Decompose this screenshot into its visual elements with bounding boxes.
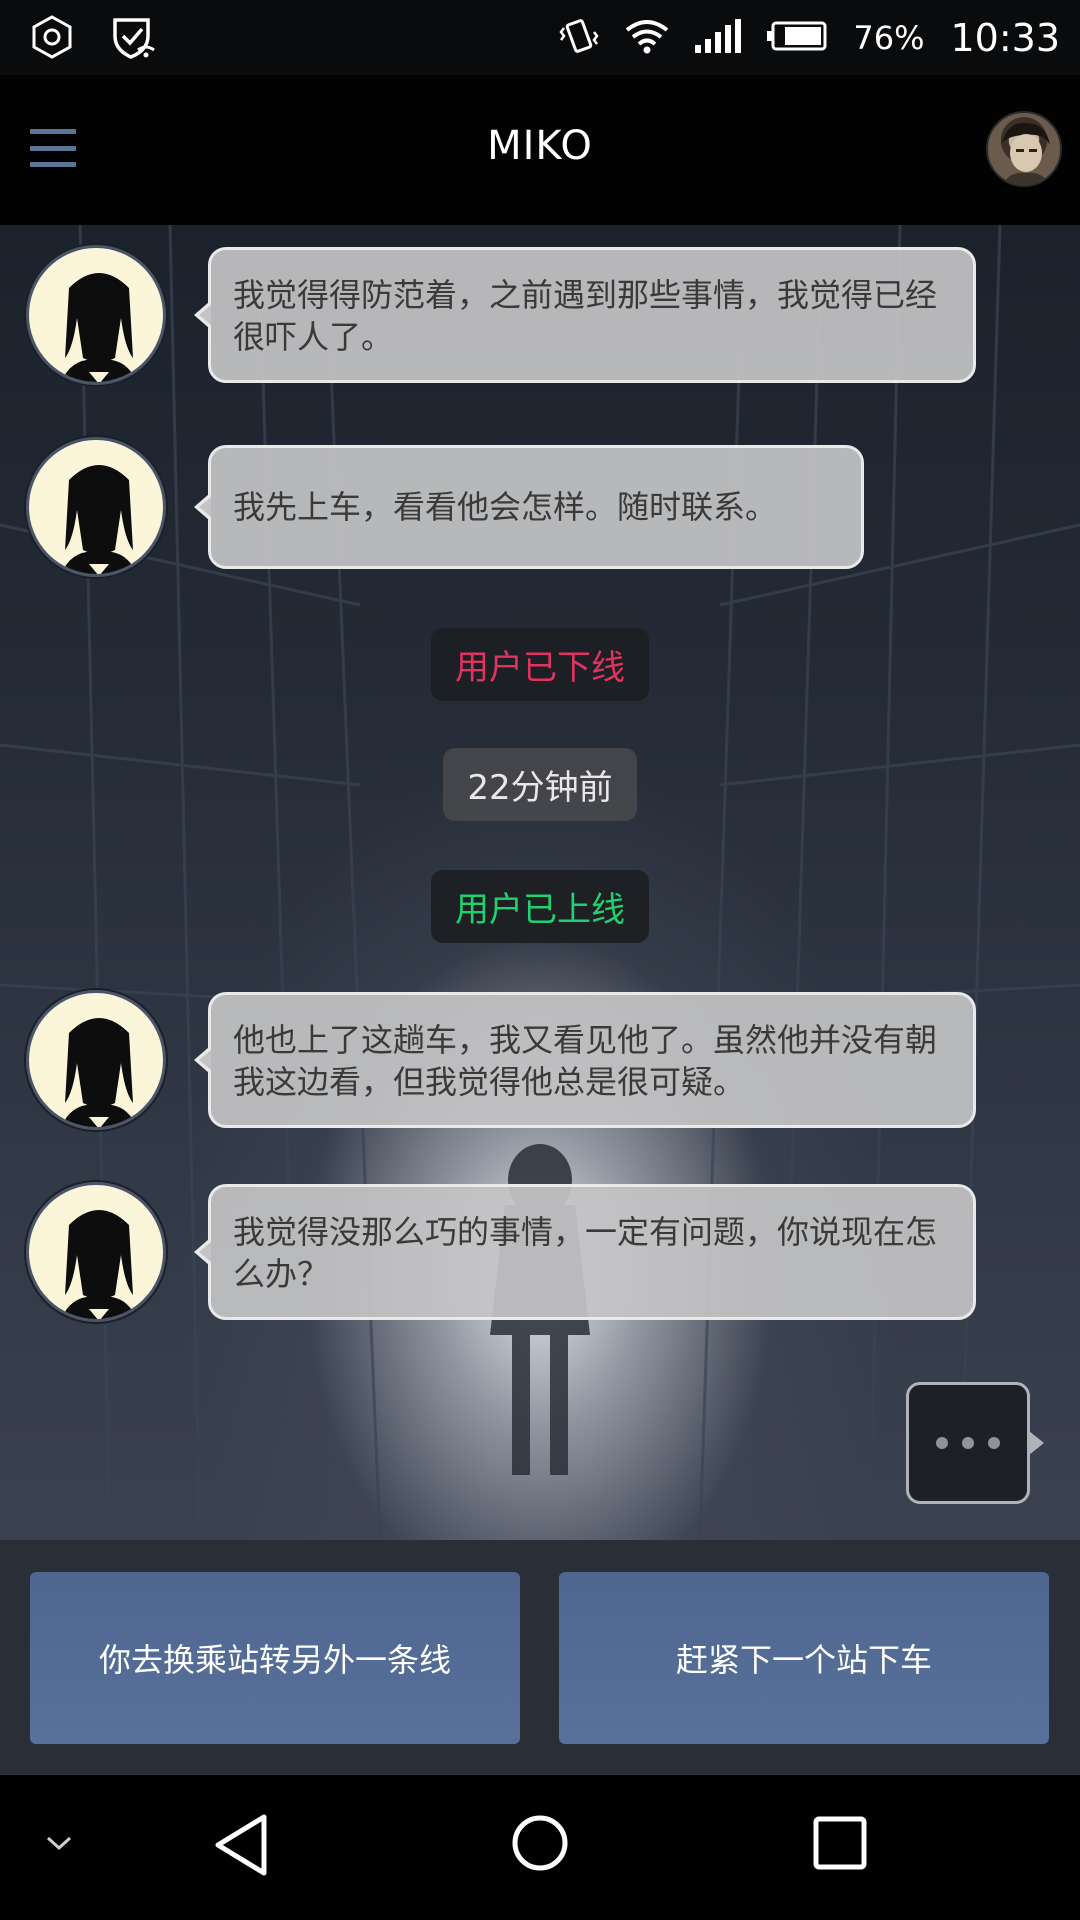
app-bar: MIKO bbox=[0, 75, 1080, 225]
choice-button-1[interactable]: 你去换乘站转另外一条线 bbox=[30, 1572, 520, 1744]
message-row: 我先上车，看看他会怎样。随时联系。 bbox=[26, 437, 1026, 577]
message-bubble: 我觉得得防范着，之前遇到那些事情，我觉得已经很吓人了。 bbox=[194, 247, 976, 383]
profile-avatar[interactable] bbox=[986, 111, 1062, 187]
vibrate-icon bbox=[559, 16, 599, 60]
shield-wifi-icon bbox=[110, 14, 156, 64]
contact-avatar[interactable] bbox=[26, 245, 166, 385]
reply-choices-panel: 你去换乘站转另外一条线 赶紧下一个站下车 bbox=[0, 1540, 1080, 1775]
dot-icon bbox=[962, 1437, 974, 1449]
message-row: 我觉得没那么巧的事情，一定有问题，你说现在怎么办？ bbox=[26, 1182, 1026, 1322]
page-title: MIKO bbox=[487, 123, 593, 169]
signal-icon bbox=[695, 18, 742, 57]
status-bar: 76% 10:33 bbox=[0, 0, 1080, 75]
recents-icon[interactable] bbox=[812, 1815, 868, 1875]
online-notice-label: 用户已上线 bbox=[431, 870, 649, 943]
message-bubble: 我先上车，看看他会怎样。随时联系。 bbox=[194, 445, 864, 569]
timestamp-notice: 22分钟前 bbox=[0, 748, 1080, 821]
more-options-button[interactable] bbox=[906, 1382, 1044, 1504]
message-bubble: 我觉得没那么巧的事情，一定有问题，你说现在怎么办？ bbox=[194, 1184, 976, 1320]
message-row: 我觉得得防范着，之前遇到那些事情，我觉得已经很吓人了。 bbox=[26, 245, 1026, 385]
dot-icon bbox=[936, 1437, 948, 1449]
battery-percentage: 76% bbox=[853, 18, 925, 57]
chat-area[interactable]: 我觉得得防范着，之前遇到那些事情，我觉得已经很吓人了。 我先上车，看看他会怎样。… bbox=[0, 225, 1080, 1540]
message-bubble: 他也上了这趟车，我又看见他了。虽然他并没有朝我这边看，但我觉得他总是很可疑。 bbox=[194, 992, 976, 1128]
contact-avatar[interactable] bbox=[26, 1182, 166, 1322]
message-row: 他也上了这趟车，我又看见他了。虽然他并没有朝我这边看，但我觉得他总是很可疑。 bbox=[26, 990, 1026, 1130]
contact-avatar[interactable] bbox=[26, 990, 166, 1130]
hexagon-icon bbox=[30, 14, 74, 64]
clock: 10:33 bbox=[950, 15, 1060, 60]
choice-button-2[interactable]: 赶紧下一个站下车 bbox=[559, 1572, 1049, 1744]
offline-notice: 用户已下线 bbox=[0, 628, 1080, 701]
system-nav-bar bbox=[0, 1775, 1080, 1920]
timestamp-label: 22分钟前 bbox=[443, 748, 637, 821]
dot-icon bbox=[988, 1437, 1000, 1449]
contact-avatar[interactable] bbox=[26, 437, 166, 577]
chevron-down-icon[interactable] bbox=[44, 1833, 74, 1857]
online-notice: 用户已上线 bbox=[0, 870, 1080, 943]
battery-icon bbox=[767, 21, 827, 55]
wifi-icon bbox=[625, 18, 669, 58]
back-icon[interactable] bbox=[212, 1813, 270, 1881]
home-icon[interactable] bbox=[510, 1813, 570, 1877]
offline-notice-label: 用户已下线 bbox=[431, 628, 649, 701]
